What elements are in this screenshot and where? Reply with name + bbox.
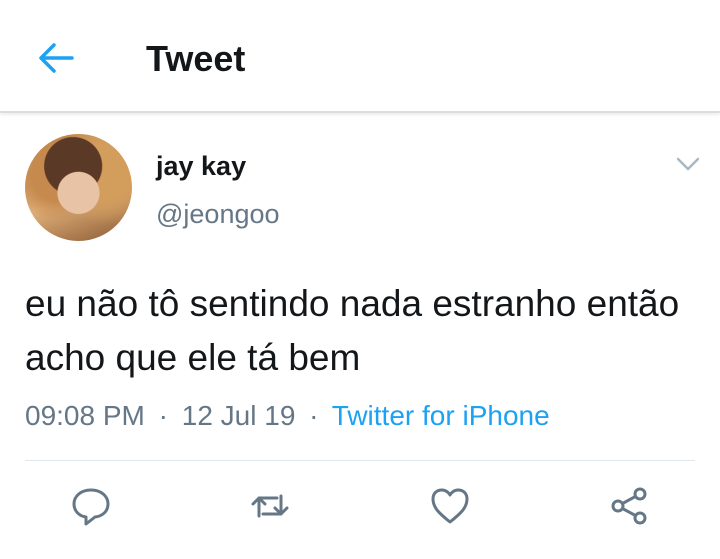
share-button[interactable] [609,486,649,526]
user-handle[interactable]: @jeongoo [156,198,280,230]
display-name[interactable]: jay kay [156,150,246,182]
tweet-date: 12 Jul 19 [181,400,296,431]
meta-separator: · [309,400,319,431]
tweet-meta: 09:08 PM · 12 Jul 19 · Twitter for iPhon… [25,398,550,434]
top-app-bar: Tweet [0,0,720,113]
meta-separator: · [158,400,168,431]
reply-button[interactable] [71,486,111,526]
heart-icon [431,488,469,524]
avatar[interactable] [25,134,132,241]
tweet-text: eu não tô sentindo nada estranho então a… [25,283,680,378]
tweet-options-button[interactable] [674,152,702,176]
tweet-time: 09:08 PM [25,400,145,431]
chevron-down-icon [676,157,700,171]
share-icon [611,487,647,525]
tweet-source-link[interactable]: Twitter for iPhone [332,400,550,431]
retweet-button[interactable] [250,486,290,526]
back-button[interactable] [34,38,78,78]
divider [25,460,695,461]
page-title: Tweet [146,38,246,79]
reply-icon [72,488,110,526]
retweet-icon [251,494,289,518]
arrow-left-icon [39,43,74,73]
like-button[interactable] [430,486,470,526]
